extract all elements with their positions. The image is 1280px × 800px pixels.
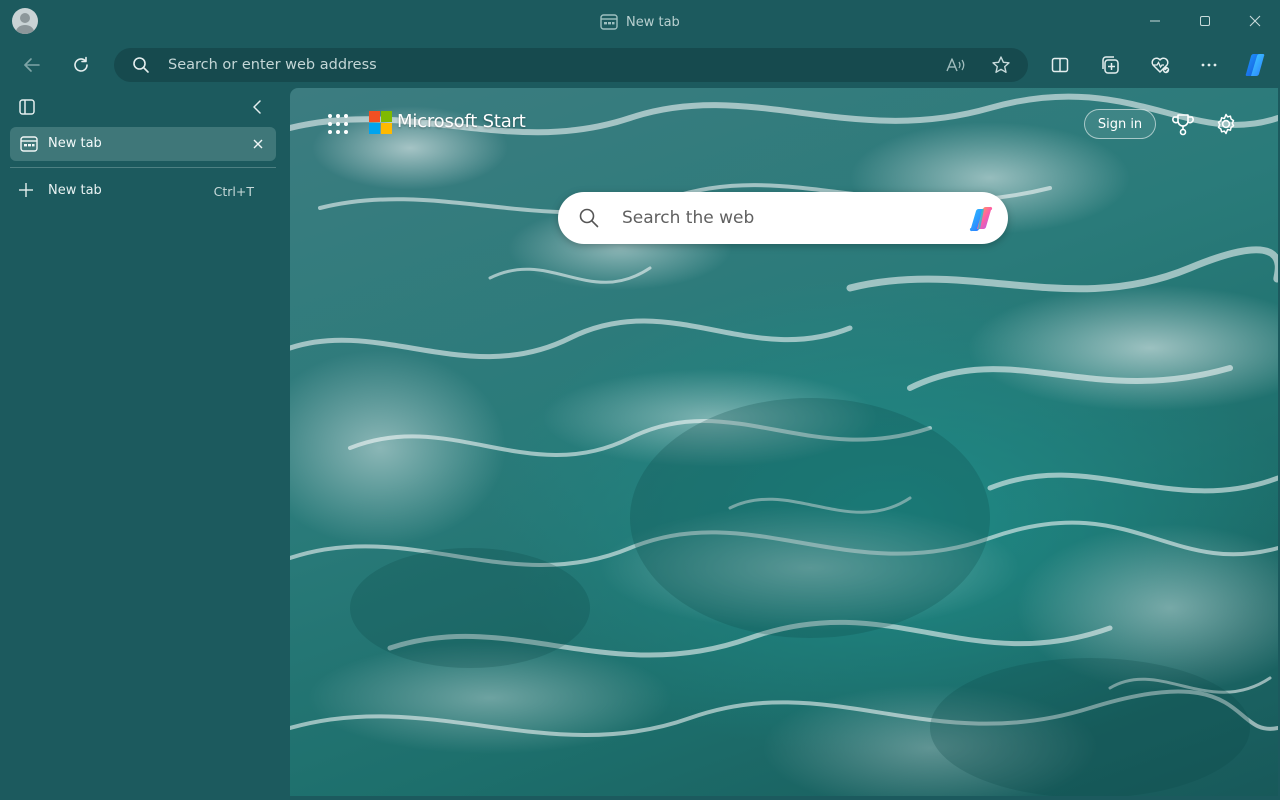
vertical-tabs-pane: New tab New tab Ctrl+T — [0, 88, 290, 800]
plus-icon — [19, 183, 33, 197]
web-search-box[interactable] — [558, 192, 1008, 244]
close-window-button[interactable] — [1230, 0, 1280, 42]
minimize-button[interactable] — [1130, 0, 1180, 42]
refresh-icon — [74, 56, 88, 72]
copilot-icon — [969, 206, 993, 232]
microsoft-logo-icon — [369, 111, 392, 134]
copilot-search-button[interactable] — [964, 202, 998, 236]
person-icon — [16, 13, 34, 34]
apps-launcher-button[interactable] — [326, 112, 350, 136]
vertical-tabs-icon — [19, 99, 35, 115]
copilot-icon — [1245, 53, 1265, 77]
new-tab-label: New tab — [48, 183, 102, 198]
window-controls — [1130, 0, 1280, 42]
tabs-divider — [10, 167, 276, 168]
new-tab-page: Microsoft Start Sign in — [290, 88, 1278, 796]
maximize-button[interactable] — [1180, 0, 1230, 42]
microsoft-logo[interactable] — [369, 111, 392, 134]
read-aloud-button[interactable] — [942, 52, 970, 78]
collections-button[interactable] — [1093, 48, 1127, 82]
browser-essentials-button[interactable] — [1143, 48, 1177, 82]
window-title-area: New tab — [600, 12, 680, 32]
copilot-button[interactable] — [1238, 48, 1272, 82]
minimize-icon — [1150, 20, 1160, 22]
address-bar[interactable] — [114, 48, 1028, 82]
sign-in-button[interactable]: Sign in — [1084, 109, 1156, 139]
app-grid-icon — [328, 114, 348, 134]
maximize-icon — [1200, 16, 1210, 26]
microsoft-start-link[interactable]: Microsoft Start — [397, 111, 526, 132]
rewards-button[interactable] — [1167, 108, 1199, 140]
star-icon — [992, 56, 1010, 73]
split-screen-button[interactable] — [1043, 48, 1077, 82]
page-settings-button[interactable] — [1210, 108, 1242, 140]
search-icon — [133, 57, 149, 73]
browser-toolbar — [0, 42, 1280, 88]
close-tab-button[interactable] — [248, 134, 268, 154]
read-aloud-icon — [946, 58, 965, 72]
chevron-left-icon — [253, 100, 261, 114]
title-bar: New tab — [0, 0, 1280, 42]
tab-title: New tab — [48, 136, 102, 151]
web-search-input[interactable] — [620, 192, 940, 244]
more-icon — [1201, 63, 1217, 67]
new-tab-favicon-icon — [20, 136, 38, 152]
gear-icon — [1217, 113, 1235, 135]
refresh-button[interactable] — [64, 48, 98, 82]
new-tab-button[interactable]: New tab Ctrl+T — [10, 176, 276, 206]
heart-pulse-icon — [1151, 57, 1170, 74]
trophy-icon — [1172, 114, 1194, 136]
window-title: New tab — [626, 14, 680, 30]
split-screen-icon — [1051, 57, 1069, 73]
favorite-button[interactable] — [987, 52, 1015, 78]
more-options-button[interactable] — [1192, 48, 1226, 82]
back-button[interactable] — [15, 48, 49, 82]
back-arrow-icon — [24, 58, 40, 72]
collapse-pane-button[interactable] — [243, 94, 273, 120]
profile-avatar[interactable] — [12, 8, 38, 34]
new-tab-favicon-icon — [600, 14, 618, 30]
tab-new-tab[interactable]: New tab — [10, 127, 276, 161]
close-icon — [1249, 15, 1261, 27]
new-tab-shortcut: Ctrl+T — [213, 184, 254, 199]
collections-icon — [1102, 56, 1119, 74]
tab-actions-button[interactable] — [12, 94, 42, 120]
address-input[interactable] — [166, 48, 926, 82]
search-icon — [579, 208, 599, 228]
close-icon — [253, 139, 263, 149]
